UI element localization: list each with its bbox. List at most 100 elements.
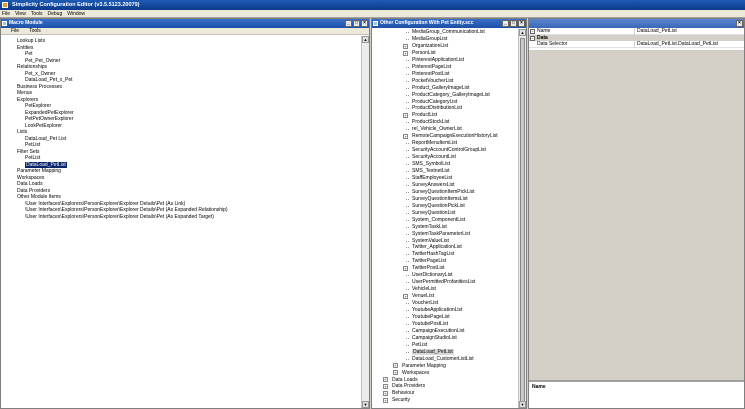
tree-item[interactable]: YoutubeApplicationList bbox=[412, 307, 462, 314]
tree-item[interactable]: MediaGroup_CommunicationList bbox=[412, 29, 485, 36]
tree-item[interactable]: ProductCategoryList bbox=[412, 99, 457, 106]
tree-item[interactable]: SystemTaskList bbox=[412, 224, 447, 231]
tree-item[interactable]: SMS_TestnetList bbox=[412, 168, 450, 175]
tree-item[interactable]: SecurityAccountList bbox=[412, 154, 456, 161]
tree-item[interactable]: SurveyAnswersList bbox=[412, 182, 455, 189]
left-scrollbar[interactable]: ▲ ▼ bbox=[361, 36, 369, 408]
minimize-button[interactable]: _ bbox=[502, 20, 509, 27]
tree-connector bbox=[406, 73, 409, 75]
menu-tools[interactable]: Tools bbox=[29, 28, 41, 34]
menu-tools[interactable]: Tools bbox=[31, 11, 43, 17]
tree-item[interactable]: ReportMenuItemList bbox=[412, 140, 457, 147]
expand-icon[interactable]: + bbox=[383, 377, 388, 383]
expand-icon[interactable]: + bbox=[403, 50, 408, 56]
tree-connector bbox=[406, 323, 409, 325]
tree-item[interactable]: DataLoad_CustomerListList bbox=[412, 356, 474, 363]
tree-item[interactable]: VenueList bbox=[412, 293, 434, 300]
close-button[interactable]: × bbox=[361, 20, 368, 27]
tree-item[interactable]: Parameter Mapping bbox=[402, 363, 446, 370]
tree-item[interactable]: MediaGroupList bbox=[412, 36, 447, 43]
tree-item[interactable]: ProductCategory_GalleryImageList bbox=[412, 92, 490, 99]
scroll-up-icon[interactable]: ▲ bbox=[519, 29, 526, 36]
tree-item[interactable]: SecurityAccountControlGroupList bbox=[412, 147, 486, 154]
configuration-title-bar: Other Configuration With Pet Entity.scc … bbox=[372, 19, 526, 28]
tree-connector bbox=[406, 32, 409, 33]
maximize-button[interactable]: □ bbox=[353, 20, 360, 27]
tree-item[interactable]: SystemTaskParameterList bbox=[412, 231, 470, 238]
scroll-down-icon[interactable]: ▼ bbox=[362, 401, 369, 408]
menu-window[interactable]: Window bbox=[67, 11, 85, 17]
tree-item[interactable]: SMS_SymbolList bbox=[412, 161, 450, 168]
tree-item[interactable]: Product_GalleryImageList bbox=[412, 85, 470, 92]
property-grid: − Name DataLoad_PetList Data − Data Sele… bbox=[529, 28, 744, 50]
tree-item[interactable]: PinterestPostList bbox=[412, 71, 450, 78]
expand-icon[interactable]: + bbox=[383, 391, 388, 397]
tree-item[interactable]: \User Interfaces\Explorers\PersonExplore… bbox=[25, 214, 214, 221]
tree-item[interactable]: TwitterPostList bbox=[412, 265, 445, 272]
expand-icon[interactable]: + bbox=[383, 398, 388, 404]
tree-item[interactable]: Security bbox=[392, 397, 410, 404]
expand-icon[interactable]: + bbox=[403, 293, 408, 299]
tree-item[interactable]: SurveyQuestionPickList bbox=[412, 203, 465, 210]
expand-icon[interactable]: + bbox=[403, 266, 408, 272]
tree-item[interactable]: ProductDistributionList bbox=[412, 105, 462, 112]
tree-item[interactable]: Workspaces bbox=[402, 370, 429, 377]
menu-view[interactable]: View bbox=[15, 11, 26, 17]
properties-pane: × − Name DataLoad_PetList Data − Data Se… bbox=[528, 18, 745, 409]
expand-icon[interactable]: + bbox=[403, 43, 408, 49]
tree-item[interactable]: SurveyQuestionItemsList bbox=[412, 196, 468, 203]
close-button[interactable]: × bbox=[736, 20, 743, 27]
tree-item[interactable]: DataLoad_PetList bbox=[412, 348, 454, 356]
tree-item[interactable]: rel_Vehicle_OwnerList bbox=[412, 126, 462, 133]
property-value[interactable]: DataLoad_PetList bbox=[634, 28, 742, 35]
scroll-down-icon[interactable]: ▼ bbox=[519, 401, 526, 408]
expand-icon[interactable]: + bbox=[383, 384, 388, 390]
collapse-icon[interactable]: − bbox=[530, 35, 535, 41]
expand-icon[interactable]: + bbox=[393, 370, 398, 376]
mid-scrollbar[interactable]: ▲ ▼ bbox=[518, 29, 526, 408]
tree-item[interactable]: PersonList bbox=[412, 50, 436, 57]
tree-item[interactable]: YoutubePostList bbox=[412, 321, 448, 328]
tree-item[interactable]: PinterestApplicationList bbox=[412, 57, 464, 64]
expand-icon[interactable]: + bbox=[403, 134, 408, 140]
tree-item[interactable]: ProductList bbox=[412, 112, 437, 119]
expand-icon[interactable]: + bbox=[403, 113, 408, 119]
tree-item[interactable]: OrganizationList bbox=[412, 43, 448, 50]
tree-item[interactable]: PocketVoucherList bbox=[412, 78, 453, 85]
tree-item[interactable]: CampaignStudioList bbox=[412, 335, 457, 342]
tree-item[interactable]: RemoteCampaignExecutionHistoryList bbox=[412, 133, 498, 140]
tree-item[interactable]: PinterestPageList bbox=[412, 64, 451, 71]
tree-item[interactable]: YoutubePageList bbox=[412, 314, 450, 321]
scroll-up-icon[interactable]: ▲ bbox=[362, 36, 369, 43]
scroll-thumb[interactable] bbox=[520, 38, 525, 408]
tree-item[interactable]: UserPermittedProfanitiesList bbox=[412, 279, 475, 286]
tree-item[interactable]: TwitterPageList bbox=[412, 258, 446, 265]
tree-item[interactable]: TwitterHashTagList bbox=[412, 251, 454, 258]
tree-item[interactable]: VoucherList bbox=[412, 300, 438, 307]
property-row-name[interactable]: Name DataLoad_PetList bbox=[529, 28, 744, 35]
tree-item[interactable]: Behaviour bbox=[392, 390, 415, 397]
tree-item[interactable]: UserDictionaryList bbox=[412, 272, 453, 279]
tree-item[interactable]: VehicleList bbox=[412, 286, 436, 293]
menu-file[interactable]: File bbox=[2, 11, 10, 17]
tree-item[interactable]: Data Providers bbox=[392, 383, 425, 390]
tree-item[interactable]: LookPetExplorer bbox=[25, 123, 62, 130]
menu-debug[interactable]: Debug bbox=[48, 11, 63, 17]
tree-item[interactable]: SystemValueList bbox=[412, 238, 449, 245]
tree-item[interactable]: Twitter_ApplicationList bbox=[412, 244, 462, 251]
menu-file[interactable]: File bbox=[11, 28, 19, 34]
property-value[interactable]: DataLoad_PetList.DataLoad_PetList bbox=[634, 41, 742, 48]
tree-item[interactable]: StaffEmployeeList bbox=[412, 175, 452, 182]
tree-item[interactable]: CampaignExecutionList bbox=[412, 328, 465, 335]
tree-item[interactable]: SurveyQuestionItemPickList bbox=[412, 189, 475, 196]
tree-item[interactable]: System_ComponentList bbox=[412, 217, 465, 224]
tree-item[interactable]: PetList bbox=[412, 342, 427, 349]
maximize-button[interactable]: □ bbox=[510, 20, 517, 27]
tree-item[interactable]: SurveyQuestionList bbox=[412, 210, 455, 217]
property-row-data-selector[interactable]: Data Selector DataLoad_PetList.DataLoad_… bbox=[529, 41, 744, 48]
expand-icon[interactable]: + bbox=[393, 363, 398, 369]
minimize-button[interactable]: _ bbox=[345, 20, 352, 27]
tree-item[interactable]: Data Loads bbox=[392, 377, 418, 384]
close-button[interactable]: × bbox=[518, 20, 525, 27]
tree-item[interactable]: ProductStockList bbox=[412, 119, 450, 126]
